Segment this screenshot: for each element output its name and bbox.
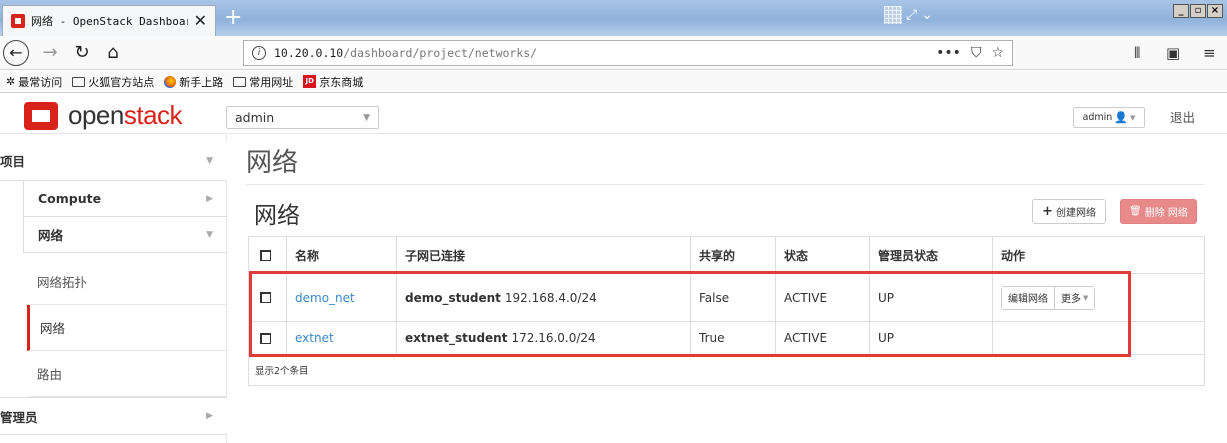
close-window-icon[interactable]: ×	[1207, 4, 1223, 18]
sidebar-item-routers[interactable]: 路由	[27, 351, 227, 397]
column-header-subnets[interactable]: 子网已连接	[397, 237, 691, 273]
sidebar-group-compute[interactable]: Compute ▶	[23, 181, 227, 217]
row-checkbox[interactable]	[260, 332, 271, 344]
bookmark-firefox-site[interactable]: 火狐官方站点	[72, 74, 154, 90]
bookmark-common-sites[interactable]: 常用网址	[233, 74, 293, 90]
project-selector[interactable]: admin ▼	[226, 106, 379, 129]
user-menu[interactable]: admin 👤 ▼	[1073, 107, 1145, 128]
openstack-logo[interactable]: openstack	[24, 100, 183, 131]
table-header: 名称 子网已连接 共享的 状态 管理员状态 动作	[249, 237, 1204, 274]
library-icon[interactable]: ⫴	[1134, 44, 1140, 62]
column-header-name[interactable]: 名称	[287, 237, 397, 273]
chevron-right-icon: ▶	[206, 193, 213, 204]
more-actions-button[interactable]: 更多 ▼	[1054, 286, 1095, 309]
star-icon[interactable]: ☆	[991, 45, 1004, 61]
column-header-shared[interactable]: 共享的	[691, 237, 776, 273]
delete-networks-button[interactable]: 🗑 删除 网络	[1120, 199, 1197, 224]
home-icon[interactable]: ⌂	[102, 41, 124, 65]
forward-arrow-icon[interactable]: →	[40, 41, 60, 65]
window-controls: _ ▫ ×	[1173, 4, 1223, 18]
subnet-name: extnet_student	[405, 331, 508, 345]
sidebar-group-network[interactable]: 网络 ▼	[23, 217, 227, 253]
subnet-cidr: 192.168.4.0/24	[504, 290, 597, 305]
plus-icon: +	[1042, 204, 1053, 219]
url-text[interactable]: 10.20.0.10/dashboard/project/networks/	[274, 46, 926, 60]
browser-titlebar: 网络 - OpenStack Dashboard ✕ + ⤢ ⌄ _ ▫ ×	[0, 0, 1227, 36]
gear-icon: ✲	[6, 75, 16, 88]
logout-link[interactable]: 退出	[1170, 107, 1195, 126]
page-title: 网络	[246, 148, 299, 178]
chevron-down-icon: ▼	[206, 229, 213, 240]
openstack-header: openstack admin ▼ admin 👤 ▼ 退出	[0, 94, 1227, 134]
folder-icon	[72, 76, 86, 87]
bookmark-jd-mall[interactable]: JD 京东商城	[303, 74, 363, 90]
pocket-icon[interactable]: ⛉	[971, 45, 982, 61]
browser-tab[interactable]: 网络 - OpenStack Dashboard ✕	[2, 5, 216, 36]
titlebar-tools: ⤢ ⌄	[884, 2, 948, 28]
subnet-name: demo_student	[405, 290, 501, 305]
sidebar-toggle-icon[interactable]: ▣	[1166, 44, 1180, 62]
sidebar: 项目 ▼ Compute ▶ 网络 ▼ 网络拓扑 网络 路由 管理员 ▶	[0, 134, 227, 443]
column-header-admin-state[interactable]: 管理员状态	[870, 237, 993, 273]
url-bar[interactable]: i 10.20.0.10/dashboard/project/networks/…	[243, 40, 1013, 66]
back-arrow-icon[interactable]: ←	[3, 40, 29, 66]
networks-table: 名称 子网已连接 共享的 状态 管理员状态 动作 demo_net demo_s…	[248, 236, 1205, 386]
maximize-icon[interactable]: ▫	[1190, 4, 1206, 18]
edit-network-button[interactable]: 编辑网络	[1002, 286, 1054, 309]
info-icon[interactable]: i	[252, 46, 266, 60]
shared-value: False	[691, 274, 776, 321]
openstack-favicon-icon	[11, 14, 25, 28]
user-icon: 👤	[1114, 111, 1129, 124]
reload-icon[interactable]: ↻	[72, 41, 92, 65]
network-name-link[interactable]: extnet	[295, 331, 334, 345]
chevron-right-icon: ▶	[206, 411, 213, 421]
jd-icon: JD	[303, 75, 317, 88]
folder-icon	[233, 76, 247, 87]
chevron-down-icon: ▼	[206, 155, 213, 166]
column-header-actions: 动作	[1001, 248, 1026, 263]
bookmark-most-visited[interactable]: ✲ 最常访问	[6, 74, 62, 90]
row-checkbox[interactable]	[260, 292, 271, 303]
caret-down-icon: ▼	[1083, 293, 1089, 302]
admin-state-value: UP	[870, 322, 993, 354]
bookmark-getting-started[interactable]: 新手上路	[164, 74, 223, 90]
table-row: demo_net demo_student 192.168.4.0/24 Fals…	[249, 274, 1204, 322]
sidebar-item-network-topology[interactable]: 网络拓扑	[27, 259, 227, 305]
expand-icon[interactable]: ⤢	[906, 7, 917, 23]
status-value: ACTIVE	[776, 274, 870, 321]
chevron-down-icon[interactable]: ⌄	[921, 7, 933, 23]
grid-icon[interactable]	[884, 6, 902, 24]
section-title: 网络	[254, 203, 300, 229]
table-footer: 显示2个条目	[255, 366, 309, 377]
menu-icon[interactable]: ≡	[1203, 44, 1216, 62]
subnet-cidr: 172.16.0.0/24	[511, 331, 596, 345]
select-all-checkbox[interactable]	[260, 249, 271, 261]
more-actions-icon[interactable]: •••	[936, 45, 961, 61]
column-header-status[interactable]: 状态	[776, 237, 870, 273]
sidebar-section-admin[interactable]: 管理员 ▶	[0, 397, 227, 435]
firefox-icon	[164, 75, 177, 88]
trash-icon: 🗑	[1129, 206, 1142, 217]
openstack-logo-icon	[24, 101, 58, 130]
row-actions: 编辑网络 更多 ▼	[1001, 285, 1096, 310]
caret-down-icon: ▼	[1130, 113, 1136, 122]
create-network-button[interactable]: + 创建网络	[1032, 199, 1106, 224]
caret-down-icon: ▼	[363, 112, 370, 123]
sidebar-section-project[interactable]: 项目 ▼	[0, 141, 227, 181]
minimize-icon[interactable]: _	[1173, 4, 1189, 18]
status-value: ACTIVE	[776, 322, 870, 354]
title-divider	[246, 184, 1205, 185]
new-tab-button[interactable]: +	[224, 6, 242, 30]
shared-value: True	[691, 322, 776, 354]
admin-state-value: UP	[870, 274, 993, 321]
table-row: extnet extnet_student 172.16.0.0/24 True …	[249, 322, 1204, 355]
sidebar-item-networks[interactable]: 网络	[27, 305, 227, 351]
tab-title: 网络 - OpenStack Dashboard	[31, 15, 188, 28]
tab-close-icon[interactable]: ✕	[194, 13, 207, 29]
network-name-link[interactable]: demo_net	[295, 291, 355, 305]
bookmarks-bar: ✲ 最常访问 火狐官方站点 新手上路 常用网址 JD 京东商城	[0, 71, 1227, 93]
browser-navbar: ← → ↻ ⌂ i 10.20.0.10/dashboard/project/n…	[0, 36, 1227, 70]
